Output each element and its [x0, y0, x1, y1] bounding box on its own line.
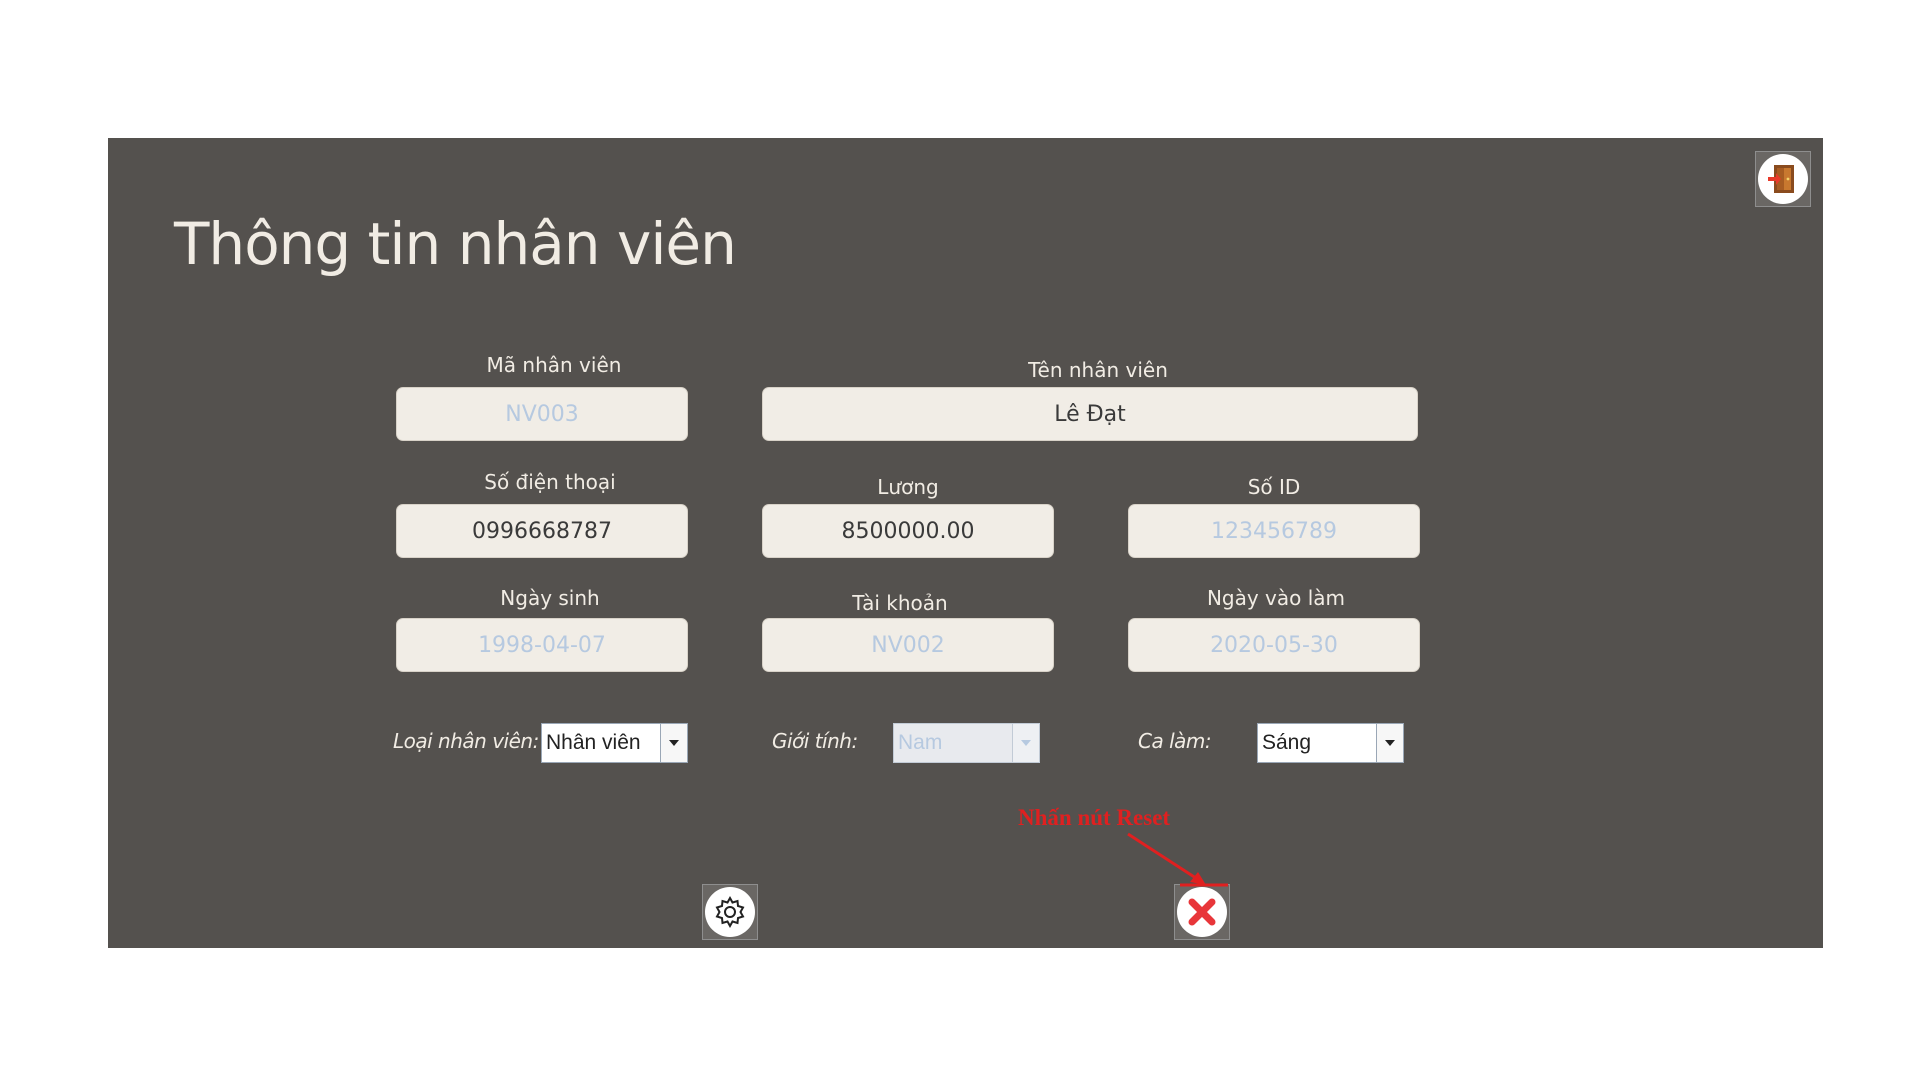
shift-label: Ca làm:: [1138, 729, 1212, 753]
employee-id-label: Mã nhân viên: [486, 353, 622, 377]
gender-select[interactable]: Nam: [893, 723, 1040, 763]
employee-name-field[interactable]: Lê Đạt: [762, 387, 1418, 441]
reset-button[interactable]: [1174, 884, 1230, 940]
shift-value: Sáng: [1262, 731, 1312, 754]
start-date-field[interactable]: 2020-05-30: [1128, 618, 1420, 672]
employee-type-label: Loại nhân viên:: [393, 729, 539, 753]
id-number-field[interactable]: 123456789: [1128, 504, 1420, 558]
account-field[interactable]: NV002: [762, 618, 1054, 672]
gender-label: Giới tính:: [772, 729, 858, 753]
page-title: Thông tin nhân viên: [174, 210, 737, 278]
settings-button[interactable]: [702, 884, 758, 940]
employee-id-field[interactable]: NV003: [396, 387, 688, 441]
employee-name-label: Tên nhân viên: [1028, 358, 1168, 382]
start-date-label: Ngày vào làm: [1206, 586, 1346, 610]
reset-annotation: Nhấn nút Reset: [1018, 805, 1171, 830]
id-number-label: Số ID: [1247, 475, 1301, 499]
exit-button[interactable]: [1755, 151, 1811, 207]
chevron-down-icon[interactable]: [660, 724, 687, 762]
birth-date-label: Ngày sinh: [500, 586, 600, 610]
shift-select[interactable]: Sáng: [1257, 723, 1404, 763]
exit-door-icon: [1758, 154, 1808, 204]
gear-icon: [705, 887, 755, 937]
annotation-arrow-icon: [1127, 832, 1228, 887]
employee-type-select[interactable]: Nhân viên: [541, 723, 688, 763]
red-x-icon: [1177, 887, 1227, 937]
chevron-down-icon[interactable]: [1376, 724, 1403, 762]
salary-label: Lương: [877, 475, 939, 499]
chevron-down-icon[interactable]: [1012, 724, 1039, 762]
phone-field[interactable]: 0996668787: [396, 504, 688, 558]
screen: Thông tin nhân viên Mã nhân viên NV003 T…: [0, 0, 1920, 1080]
account-label: Tài khoản: [852, 591, 948, 615]
employee-type-value: Nhân viên: [546, 731, 641, 754]
gender-value: Nam: [898, 731, 943, 754]
employee-info-panel: Thông tin nhân viên Mã nhân viên NV003 T…: [108, 138, 1823, 948]
phone-label: Số điện thoại: [484, 470, 616, 494]
salary-field[interactable]: 8500000.00: [762, 504, 1054, 558]
birth-date-field[interactable]: 1998-04-07: [396, 618, 688, 672]
